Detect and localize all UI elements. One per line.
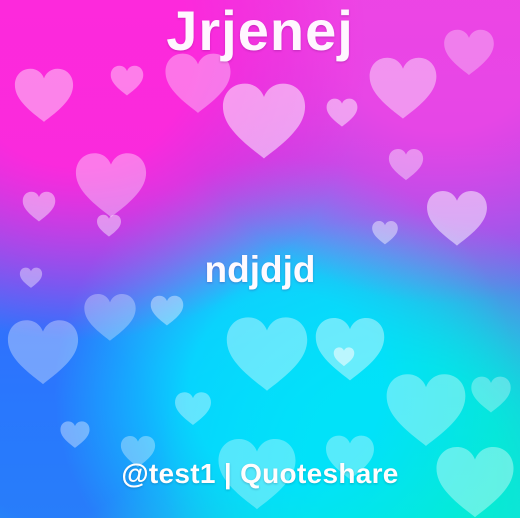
- heart-icon: [364, 50, 442, 128]
- heart-icon: [386, 145, 426, 185]
- heart-icon: [370, 218, 400, 248]
- heart-icon: [108, 62, 146, 100]
- heart-icon: [220, 308, 314, 402]
- heart-icon: [10, 62, 78, 130]
- heart-icon: [332, 345, 356, 369]
- heart-icon: [310, 310, 390, 390]
- heart-icon: [70, 145, 152, 227]
- heart-icon: [216, 74, 312, 170]
- page-title: Jrjenej: [166, 0, 354, 62]
- heart-icon: [148, 292, 186, 330]
- heart-icon: [324, 95, 360, 131]
- heart-icon: [380, 365, 472, 457]
- heart-icon: [2, 312, 84, 394]
- heart-icon: [468, 372, 514, 418]
- quote-text: ndjdjd: [204, 249, 316, 290]
- quote-card: Jrjenej ndjdjd @test1 | Quoteshare: [0, 0, 520, 518]
- heart-icon: [172, 388, 214, 430]
- heart-icon: [58, 418, 92, 452]
- heart-icon: [95, 212, 123, 240]
- heart-icon: [20, 188, 58, 226]
- heart-icon: [80, 288, 140, 348]
- attribution: @test1 | Quoteshare: [121, 458, 399, 489]
- heart-icon: [422, 184, 492, 254]
